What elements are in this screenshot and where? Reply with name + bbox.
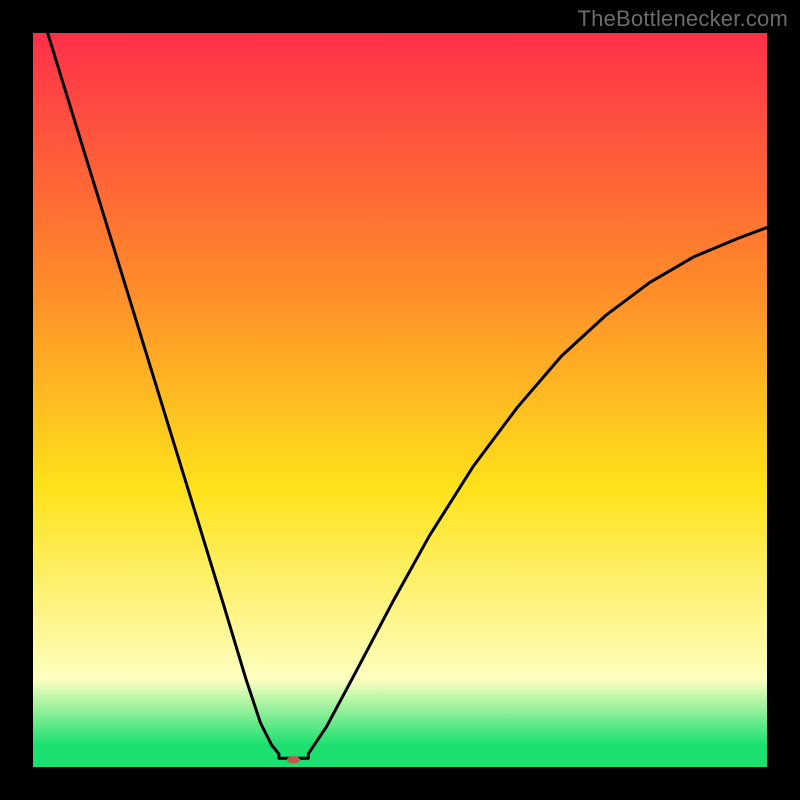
gradient-background (33, 33, 767, 767)
minimum-marker (287, 756, 300, 763)
chart-svg (33, 33, 767, 767)
watermark-text: TheBottlenecker.com (578, 6, 788, 32)
plot-area (33, 33, 767, 767)
outer-frame: TheBottlenecker.com (0, 0, 800, 800)
